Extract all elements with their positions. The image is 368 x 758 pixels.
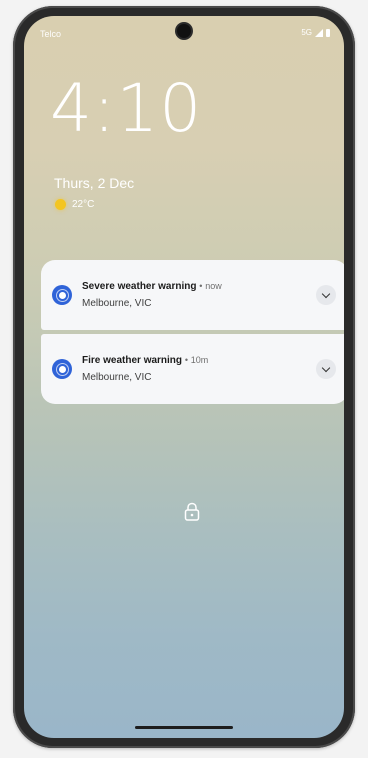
- notification-card[interactable]: Fire weather warning • 10m Melbourne, VI…: [41, 334, 344, 404]
- notification-location: Melbourne, VIC: [82, 298, 152, 309]
- notification-separator: •: [199, 281, 203, 291]
- notification-title-line: Fire weather warning • 10m: [82, 355, 208, 366]
- notification-location: Melbourne, VIC: [82, 372, 152, 383]
- alert-circle-icon: [52, 359, 72, 379]
- notification-content: Fire weather warning • 10m Melbourne, VI…: [82, 355, 208, 383]
- notification-time: now: [205, 281, 222, 291]
- notification-title-line: Severe weather warning • now: [82, 281, 222, 292]
- chevron-down-icon: [321, 289, 331, 298]
- lock-clock: 4:10: [50, 70, 203, 147]
- notification-content: Severe weather warning • now Melbourne, …: [82, 281, 222, 309]
- carrier-label: Telco: [40, 29, 62, 39]
- lock-screen: Telco 5G 4:10 Thurs, 2 Dec 22°C Severe w…: [24, 16, 344, 738]
- notification-title: Fire weather warning: [82, 355, 183, 366]
- temperature-label: 22°C: [72, 199, 95, 210]
- notification-card[interactable]: Severe weather warning • now Melbourne, …: [41, 260, 344, 330]
- notification-title: Severe weather warning: [82, 281, 197, 292]
- notification-separator: •: [184, 355, 188, 365]
- notification-list: Severe weather warning • now Melbourne, …: [41, 260, 344, 404]
- expand-button[interactable]: [316, 359, 336, 379]
- lock-icon[interactable]: [184, 502, 200, 522]
- notification-time: 10m: [190, 355, 209, 365]
- sun-icon: [55, 199, 66, 210]
- status-icons: 5G: [301, 28, 330, 37]
- signal-icon: [315, 28, 323, 37]
- network-label: 5G: [301, 28, 312, 37]
- front-camera: [177, 24, 191, 38]
- chevron-down-icon: [321, 363, 331, 372]
- home-indicator[interactable]: [135, 726, 233, 729]
- alert-circle-icon: [52, 285, 72, 305]
- battery-icon: [326, 28, 330, 37]
- weather-widget[interactable]: 22°C: [55, 199, 94, 210]
- expand-button[interactable]: [316, 285, 336, 305]
- lock-date: Thurs, 2 Dec: [54, 175, 135, 191]
